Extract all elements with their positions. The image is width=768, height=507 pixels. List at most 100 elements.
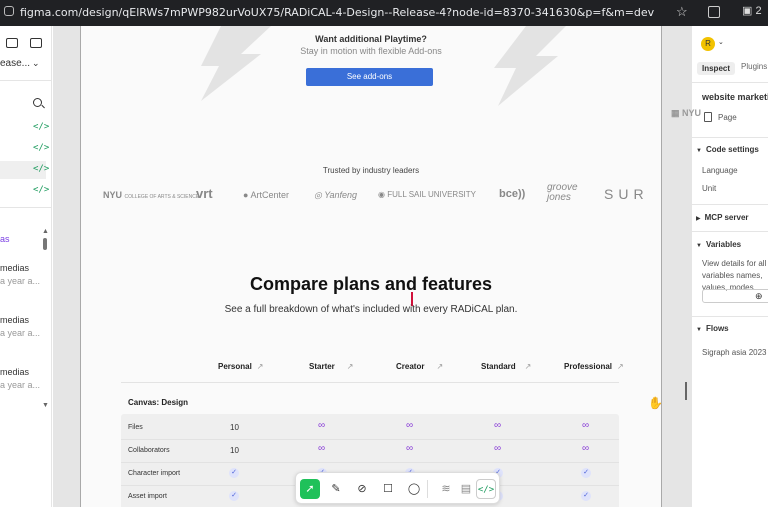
inspect-panel-icon[interactable]: ▤ xyxy=(456,479,476,499)
annotate-tool-icon[interactable]: ☐ xyxy=(378,479,398,499)
url-field[interactable]: figma.com/design/qElRWs7mPWP982urVoUX75/… xyxy=(20,6,654,19)
divider xyxy=(692,316,768,317)
divider xyxy=(692,204,768,205)
website-frame[interactable]: Want additional Playtime? Stay in motion… xyxy=(81,26,661,507)
code-ai-icon[interactable]: ≋ xyxy=(436,479,456,499)
logo-text: ArtCenter xyxy=(250,190,289,200)
plan-name: Standard xyxy=(481,362,516,371)
infinity-icon: ∞ xyxy=(494,420,502,431)
layer-name[interactable]: medias xyxy=(0,315,29,325)
scroll-up-icon[interactable]: ▲ xyxy=(42,228,49,235)
plan-header-personal[interactable]: Personal ↗ xyxy=(218,362,264,371)
code-icon: </> xyxy=(33,185,50,195)
variables-header[interactable]: ▼ Variables xyxy=(696,240,741,249)
bookmark-star-icon[interactable]: ☆ xyxy=(676,4,688,20)
plan-name: Personal xyxy=(218,362,252,371)
divider xyxy=(0,80,51,81)
divider xyxy=(0,207,51,208)
infinity-icon: ∞ xyxy=(318,443,326,454)
logo-full-sail: ◉ FULL SAIL UNIVERSITY xyxy=(378,190,476,199)
infinity-icon: ∞ xyxy=(582,420,590,431)
page-icon xyxy=(704,112,712,122)
comment-tool-icon[interactable]: ◯ xyxy=(404,479,424,499)
search-icon[interactable] xyxy=(33,98,42,107)
chevron-down-icon: ▼ xyxy=(696,327,702,333)
logo-nyu: NYU COLLEGE OF ARTS & SCIENCE xyxy=(103,190,200,200)
pen-tool-icon[interactable]: ✎ xyxy=(326,479,346,499)
plan-name: Creator xyxy=(396,362,425,371)
layer-name[interactable]: medias xyxy=(0,367,29,377)
arrow-up-right-icon: ↗ xyxy=(617,362,624,371)
divider xyxy=(692,82,768,83)
language-label[interactable]: Language xyxy=(702,166,738,175)
code-settings-header[interactable]: ▼ Code settings xyxy=(696,145,759,154)
selection-title: website marketing xyxy=(702,92,768,102)
inspect-panel: R ⌄ Inspect Plugins website marketing Pa… xyxy=(691,26,768,507)
measure-tool-icon[interactable]: ⊘ xyxy=(352,479,372,499)
page-label: Page xyxy=(718,113,737,122)
plan-header-creator[interactable]: Creator ↗ xyxy=(396,362,443,371)
plan-header-standard[interactable]: Standard ↗ xyxy=(481,362,531,371)
plan-header-starter[interactable]: Starter ↗ xyxy=(309,362,354,371)
plan-name: Starter xyxy=(309,362,335,371)
flows-header[interactable]: ▼ Flows xyxy=(696,324,729,333)
layers-panel: ease... ⌄ </> </> </> </> as ▲ medias a … xyxy=(0,26,52,507)
layer-name[interactable]: medias xyxy=(0,263,29,273)
unit-label[interactable]: Unit xyxy=(702,184,716,193)
text-ai-icon[interactable] xyxy=(6,38,18,48)
extensions-icon[interactable] xyxy=(708,6,720,18)
logo-sur: SUR xyxy=(604,186,649,202)
divider xyxy=(427,480,428,498)
flow-item[interactable]: Sigraph asia 2023 C xyxy=(702,348,768,357)
tab-plugins[interactable]: Plugins xyxy=(741,62,767,71)
plan-header-professional[interactable]: Professional ↗ xyxy=(564,362,624,371)
mcp-server-header[interactable]: ▶ MCP server xyxy=(696,213,749,222)
layer-row-selected[interactable]: </> xyxy=(0,161,50,179)
logo-text: NYU xyxy=(682,108,702,118)
promo-subtitle: Stay in motion with flexible Add-ons xyxy=(300,46,442,56)
code-icon: </> xyxy=(33,122,50,132)
canvas-scrollbar[interactable] xyxy=(685,382,687,400)
feature-name: Asset import xyxy=(128,493,167,500)
feature-name: Collaborators xyxy=(128,447,170,454)
scrollbar[interactable] xyxy=(43,238,47,250)
table-cell: 10 xyxy=(230,423,239,432)
code-icon: </> xyxy=(33,164,50,174)
trusted-title: Trusted by industry leaders xyxy=(322,166,420,175)
arrow-up-right-icon: ↗ xyxy=(346,362,354,371)
promo-title: Want additional Playtime? xyxy=(315,34,427,44)
arrow-up-right-icon: ↗ xyxy=(256,362,264,371)
plus-icon[interactable]: ⊕ xyxy=(755,291,763,302)
feature-name: Character import xyxy=(128,470,181,477)
profile-button[interactable]: ▣ 2 xyxy=(742,4,762,17)
tab-inspect[interactable]: Inspect xyxy=(697,62,736,75)
layer-row[interactable]: </> xyxy=(0,119,50,137)
layer-active-label[interactable]: as xyxy=(0,234,10,244)
section-label: Code settings xyxy=(705,145,759,154)
file-name[interactable]: ease... xyxy=(0,58,30,69)
layer-row[interactable]: </> xyxy=(0,140,49,158)
logo-bce: bce)) xyxy=(499,188,526,200)
logo-text: NYU xyxy=(103,190,123,200)
chevron-down-icon[interactable]: ⌄ xyxy=(32,58,40,69)
layer-row[interactable]: </> xyxy=(0,182,50,200)
see-add-ons-button[interactable]: See add-ons xyxy=(306,68,433,86)
chevron-down-icon[interactable]: ⌄ xyxy=(718,38,724,46)
table-cell: 10 xyxy=(230,446,239,455)
divider xyxy=(692,137,768,138)
avatar[interactable]: R xyxy=(701,37,715,51)
divider xyxy=(692,231,768,232)
sidebar-toggle-icon[interactable] xyxy=(30,38,42,48)
scroll-down-icon[interactable]: ▼ xyxy=(42,402,49,409)
feature-name: Files xyxy=(128,424,143,431)
hand-cursor-icon: ✋ xyxy=(648,396,663,410)
dev-mode-icon[interactable]: </> xyxy=(476,479,496,499)
site-info-icon[interactable] xyxy=(4,6,14,16)
infinity-icon: ∞ xyxy=(494,443,502,454)
section-title: Canvas: Design xyxy=(128,398,189,407)
logo-vrt: vrt xyxy=(196,186,213,201)
move-tool-icon[interactable]: ➚ xyxy=(300,479,320,499)
table-row: Collaborators 10 ∞ ∞ ∞ ∞ xyxy=(121,440,619,463)
section-label: Flows xyxy=(705,324,729,333)
design-canvas[interactable]: Want additional Playtime? Stay in motion… xyxy=(53,26,691,507)
